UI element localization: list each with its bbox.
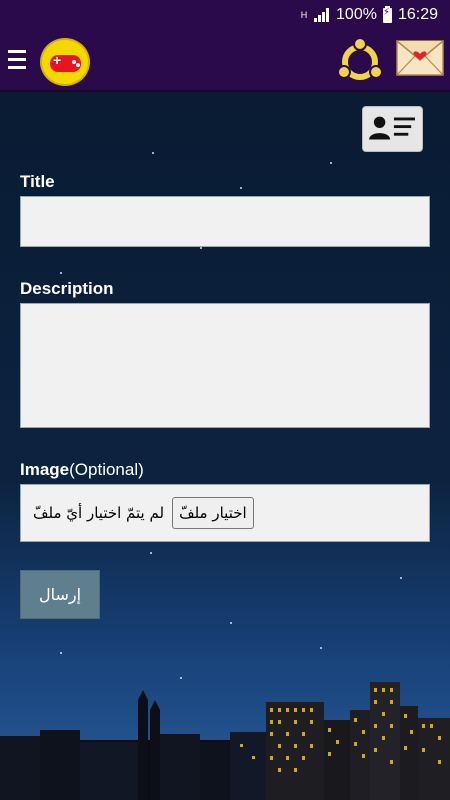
app-bar bbox=[0, 30, 450, 92]
choose-file-button[interactable]: اختيار ملفّ bbox=[172, 497, 254, 529]
contact-card-button[interactable] bbox=[362, 106, 423, 152]
title-input[interactable] bbox=[20, 196, 430, 247]
image-optional-note: (Optional) bbox=[69, 460, 144, 479]
game-controller-icon[interactable] bbox=[40, 38, 90, 86]
submit-button[interactable]: إرسال bbox=[20, 570, 100, 619]
file-input: اختيار ملفّ لم يتمّ اختيار أيّ ملفّ bbox=[20, 484, 430, 542]
city-skyline-illustration bbox=[0, 682, 450, 800]
description-textarea[interactable] bbox=[20, 303, 430, 428]
share-icon[interactable] bbox=[336, 36, 384, 86]
battery-percent: 100% bbox=[336, 6, 377, 23]
status-bar: H 100% 16:29 bbox=[0, 0, 450, 30]
clock: 16:29 bbox=[397, 6, 438, 23]
image-label-text: Image bbox=[20, 460, 70, 479]
envelope-heart-icon[interactable] bbox=[396, 40, 444, 76]
title-label: Title bbox=[20, 172, 55, 191]
file-status-text: لم يتمّ اختيار أيّ ملفّ bbox=[33, 504, 165, 522]
battery-charging-icon bbox=[382, 5, 392, 23]
signal-icon bbox=[314, 8, 330, 22]
image-label: Image(Optional) bbox=[20, 460, 144, 480]
description-label: Description bbox=[20, 279, 114, 298]
network-type-icon: H bbox=[300, 9, 308, 20]
menu-icon[interactable] bbox=[8, 50, 26, 70]
